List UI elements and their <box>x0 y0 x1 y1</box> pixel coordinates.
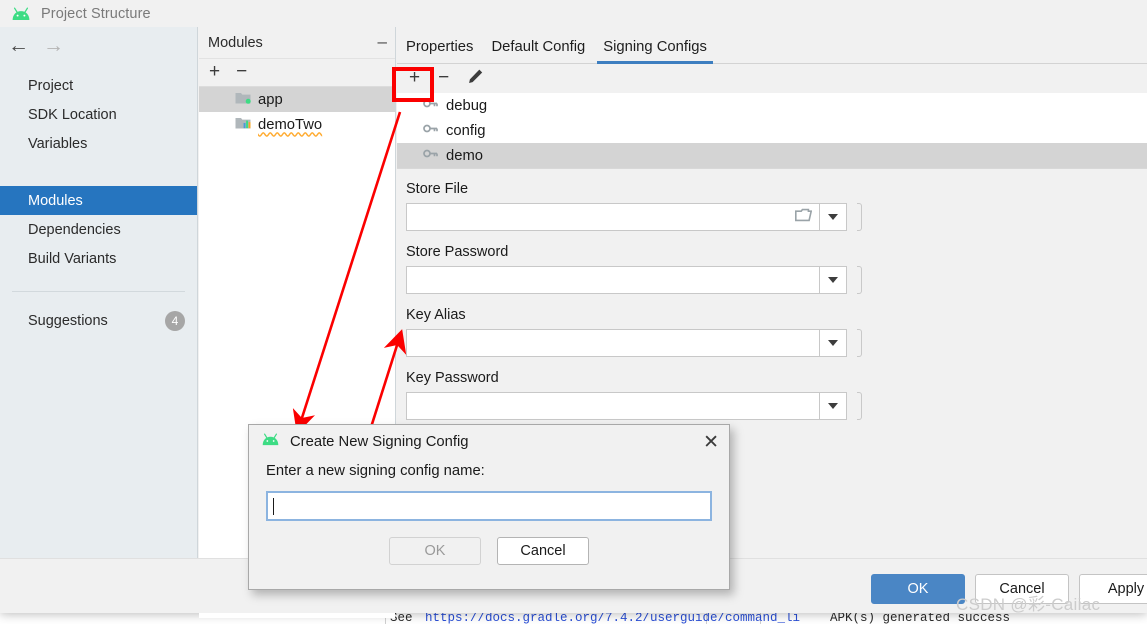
sidebar-item-project[interactable]: Project <box>0 71 197 100</box>
key-password-label: Key Password <box>406 370 499 386</box>
modal-prompt-label: Enter a new signing config name: <box>266 463 485 479</box>
folder-icon[interactable] <box>795 208 813 227</box>
modal-buttons: OK Cancel <box>249 537 729 565</box>
store-password-trailing-control[interactable] <box>857 266 862 294</box>
store-file-input[interactable] <box>406 203 819 231</box>
ok-button[interactable]: OK <box>871 574 965 604</box>
signing-configs-list: debug config demo <box>397 93 1147 168</box>
signing-config-form: Store File Store Password Key Alias Key … <box>397 169 1147 420</box>
store-password-label: Store Password <box>406 244 509 260</box>
chevron-down-icon <box>828 403 838 409</box>
tab-default-config[interactable]: Default Config <box>482 39 594 63</box>
left-nav-panel: ← → Project SDK Location Variables Modul… <box>0 27 198 558</box>
remove-signing-config-button[interactable]: − <box>438 68 449 90</box>
suggestions-count-badge: 4 <box>165 311 185 331</box>
store-file-row <box>406 203 1147 231</box>
store-file-dropdown[interactable] <box>819 203 847 231</box>
key-icon <box>423 146 438 165</box>
list-item[interactable]: app <box>199 87 395 112</box>
key-alias-row <box>406 329 1147 357</box>
key-alias-label: Key Alias <box>406 307 466 323</box>
list-item[interactable]: config <box>397 118 1147 143</box>
nav-history-controls: ← → <box>0 27 197 63</box>
arrow-left-icon[interactable]: ← <box>8 35 29 56</box>
store-password-input[interactable] <box>406 266 819 294</box>
minimize-icon[interactable]: – <box>378 33 387 53</box>
chevron-down-icon <box>828 214 838 220</box>
key-alias-input[interactable] <box>406 329 819 357</box>
sidebar-item-dependencies[interactable]: Dependencies <box>0 215 197 244</box>
signing-config-name-input[interactable] <box>266 491 712 521</box>
modules-panel-header: Modules – <box>199 27 395 59</box>
modal-header: Create New Signing Config ✕ <box>249 425 729 459</box>
store-password-dropdown[interactable] <box>819 266 847 294</box>
store-file-trailing-control[interactable] <box>857 203 862 231</box>
tab-label: Signing Configs <box>603 39 707 55</box>
sidebar-item-label: Modules <box>28 192 83 209</box>
list-item[interactable]: debug <box>397 93 1147 118</box>
pencil-icon[interactable] <box>467 68 484 90</box>
arrow-right-icon[interactable]: → <box>43 35 64 56</box>
tab-properties[interactable]: Properties <box>397 39 482 63</box>
watermark: CSDN @彩-Caiiac <box>956 595 1101 614</box>
dialog-title: Project Structure <box>41 5 151 22</box>
screenshot-root: See https://docs.gradle.org/7.4.2/usergu… <box>0 0 1147 624</box>
sidebar-item-label: Build Variants <box>28 250 117 267</box>
list-item-label: demo <box>446 147 484 164</box>
sidebar-item-label: Project <box>28 77 74 94</box>
key-password-dropdown[interactable] <box>819 392 847 420</box>
chevron-down-icon <box>828 277 838 283</box>
list-item[interactable]: demo <box>397 143 1147 168</box>
tab-bar: Properties Default Config Signing Config… <box>397 27 1147 64</box>
remove-module-button[interactable]: − <box>236 62 247 84</box>
nav-divider <box>12 291 185 292</box>
tab-signing-configs[interactable]: Signing Configs <box>594 39 716 64</box>
sidebar-item-suggestions[interactable]: Suggestions 4 <box>0 306 197 336</box>
key-password-trailing-control[interactable] <box>857 392 862 420</box>
text-cursor <box>273 497 274 515</box>
tab-label: Default Config <box>491 39 586 55</box>
list-item-label: debug <box>446 97 488 114</box>
sidebar-item-label: Suggestions <box>28 313 108 329</box>
list-item-label: demoTwo <box>258 116 323 133</box>
sidebar-item-label: SDK Location <box>28 106 117 123</box>
sidebar-item-sdk-location[interactable]: SDK Location <box>0 100 197 129</box>
add-module-button[interactable]: + <box>209 62 220 84</box>
list-item-label: config <box>446 122 486 139</box>
modal-ok-button[interactable]: OK <box>389 537 481 565</box>
module-app-icon <box>235 91 252 109</box>
key-password-input[interactable] <box>406 392 819 420</box>
list-item[interactable]: demoTwo <box>199 112 395 137</box>
key-icon <box>423 121 438 140</box>
sidebar-item-variables[interactable]: Variables <box>0 129 197 158</box>
sidebar-item-label: Dependencies <box>28 221 121 238</box>
annotation-highlight-box <box>392 67 434 102</box>
sidebar-item-modules[interactable]: Modules <box>0 186 197 215</box>
modal-input-wrap <box>249 479 729 521</box>
dialog-titlebar: Project Structure <box>0 0 1147 27</box>
tab-label: Properties <box>406 39 474 55</box>
sidebar-item-label: Variables <box>28 135 88 152</box>
close-icon[interactable]: ✕ <box>703 433 719 452</box>
module-library-icon <box>235 116 252 134</box>
android-icon <box>261 433 280 451</box>
android-icon <box>11 7 31 21</box>
signing-configs-toolbar: + − <box>397 64 1147 93</box>
modal-title: Create New Signing Config <box>290 434 469 450</box>
key-password-row <box>406 392 1147 420</box>
key-alias-trailing-control[interactable] <box>857 329 862 357</box>
store-password-row <box>406 266 1147 294</box>
sidebar-item-build-variants[interactable]: Build Variants <box>0 244 197 273</box>
nav-list: Project SDK Location Variables Modules D… <box>0 71 197 273</box>
key-alias-dropdown[interactable] <box>819 329 847 357</box>
modules-panel-title: Modules <box>208 34 263 51</box>
chevron-down-icon <box>828 340 838 346</box>
modules-toolbar: + − <box>199 59 395 87</box>
modal-cancel-button[interactable]: Cancel <box>497 537 589 565</box>
create-signing-config-modal: Create New Signing Config ✕ Enter a new … <box>248 424 730 590</box>
list-item-label: app <box>258 91 283 108</box>
store-file-label: Store File <box>406 181 469 197</box>
